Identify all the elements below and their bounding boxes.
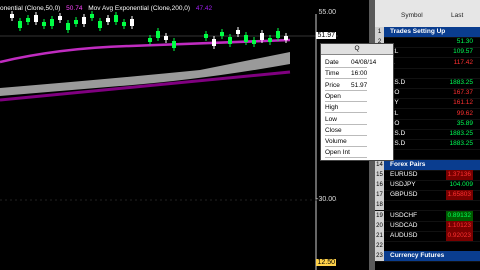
last-price-cell: 1883.25 [449, 79, 474, 86]
row-number: 1 [375, 27, 384, 37]
last-price-cell: 167.37 [453, 89, 473, 97]
price-chart[interactable]: onential (Clone,50,0) 50.74 Mov Avg Expo… [0, 0, 338, 270]
last-price-cell: 1.10123 [445, 220, 473, 231]
last-price-cell: 117.42 [453, 58, 473, 66]
legend-ma200-label: Mov Avg Exponential (Clone,200,0) [88, 5, 191, 12]
data-window-popup: Q Date 04/08/14 Time 16:00 Price 51.97 Open Hig… [320, 43, 394, 161]
symbol-cell: GBPUSD [390, 191, 418, 199]
popup-title: Q [321, 44, 393, 55]
row-number: 16 [375, 180, 384, 190]
axis-label-mid: -30.00 [316, 196, 336, 203]
watchlist-header: Symbol Last [375, 0, 480, 27]
row-number: 17 [375, 190, 384, 201]
last-price-cell: 109.57 [453, 48, 473, 56]
axis-label-bottom: 12.50 [316, 259, 336, 266]
symbol-cell: USDCHF [390, 211, 418, 219]
last-price-cell: 104.009 [449, 181, 474, 188]
row-number: 19 [375, 210, 384, 221]
axis-label-top: 55.00 [318, 9, 336, 16]
row-number: 22 [375, 241, 384, 252]
popup-divider [325, 157, 367, 159]
symbol-cell: EURUSD [390, 170, 418, 178]
symbol-cell: USDCAD [390, 221, 418, 229]
chart-canvas [0, 11, 338, 270]
row-number: 20 [375, 220, 384, 231]
row-number: 14 [375, 159, 384, 170]
row-number: 21 [375, 231, 384, 241]
last-price-cell: 161.12 [453, 99, 473, 107]
chart-legend: onential (Clone,50,0) 50.74 Mov Avg Expo… [0, 5, 212, 12]
last-price-cell: 1.37136 [445, 169, 473, 180]
section-title: Trades Setting Up [390, 28, 446, 35]
row-number: 18 [375, 200, 384, 211]
last-price-cell: 51.30 [456, 38, 473, 46]
last-price-cell: 0.92023 [445, 231, 473, 241]
row-number: 23 [375, 251, 384, 262]
legend-ma50-label: onential (Clone,50,0) [0, 5, 61, 12]
section-title: Forex Pairs [390, 160, 426, 168]
last-price-cell: 1883.25 [449, 140, 474, 148]
column-header-symbol[interactable]: Symbol [401, 12, 423, 19]
symbol-cell: AUDUSD [390, 232, 418, 239]
last-price-cell: 1883.25 [449, 130, 474, 137]
row-number: 15 [375, 169, 384, 180]
last-price-cell: 0.89132 [445, 210, 473, 221]
watchlist-section[interactable]: 23 Currency Futures [375, 251, 480, 263]
symbol-cell: USDJPY [390, 181, 416, 188]
legend-ma50-value: 50.74 [66, 5, 83, 12]
column-header-last[interactable]: Last [451, 12, 463, 19]
legend-ma200-value: 47.42 [195, 5, 213, 12]
section-title: Currency Futures [390, 252, 445, 260]
last-price-cell: 99.62 [456, 109, 473, 117]
last-price-cell: 35.89 [456, 119, 473, 127]
axis-label-price: 51.97 [316, 32, 336, 39]
ma200-band [0, 52, 290, 96]
last-price-cell: 1.65803 [445, 190, 473, 201]
